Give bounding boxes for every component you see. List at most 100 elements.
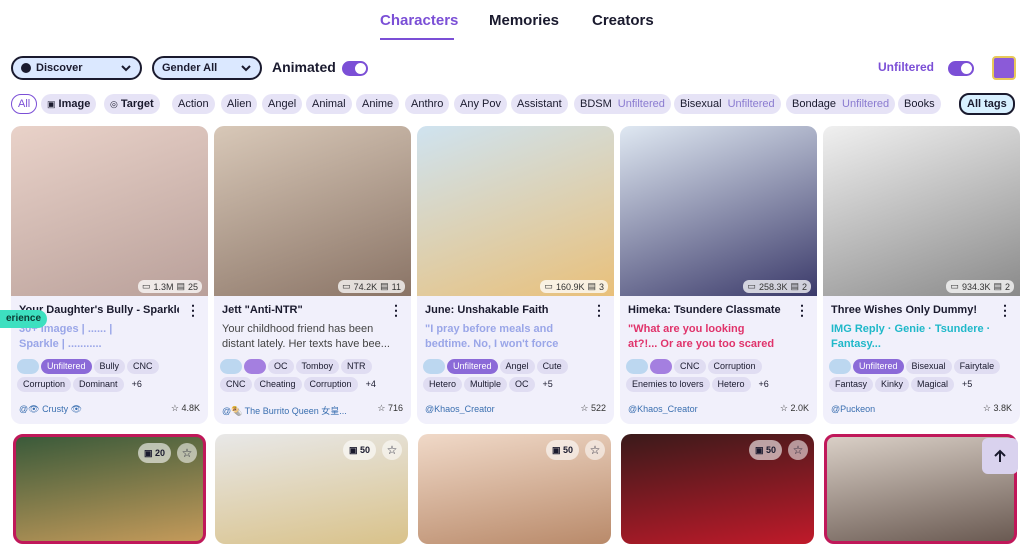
- image-count: 25: [187, 281, 198, 292]
- character-card[interactable]: ▣ 50 ☆: [215, 434, 408, 544]
- tag-chip[interactable]: Unfiltered: [447, 359, 498, 374]
- more-options-icon[interactable]: ⋮: [998, 302, 1012, 319]
- animated-label: Animated: [272, 59, 336, 75]
- animated-toggle[interactable]: [342, 61, 368, 76]
- scroll-to-top-button[interactable]: [982, 438, 1018, 474]
- more-options-icon[interactable]: ⋮: [186, 302, 200, 319]
- favorite-star-icon[interactable]: ☆: [585, 440, 605, 460]
- favorite-star-icon[interactable]: ☆: [788, 440, 808, 460]
- card-title[interactable]: Himeka: Tsundere Classmate: [628, 304, 788, 316]
- gallery-button[interactable]: [992, 56, 1016, 80]
- creator-link[interactable]: @Khaos_Creator: [425, 404, 495, 414]
- rating-value: 716: [387, 403, 403, 413]
- creator-link[interactable]: @Khaos_Creator: [628, 404, 698, 414]
- tag-chip[interactable]: Fairytale: [953, 359, 1001, 374]
- tag-target[interactable]: ◎ Target: [104, 94, 160, 114]
- tag-assistant[interactable]: Assistant: [511, 94, 568, 114]
- tag-bdsm[interactable]: BDSM Unfiltered: [574, 94, 671, 114]
- tag-bisexual[interactable]: Bisexual Unfiltered: [674, 94, 781, 114]
- character-card[interactable]: ▣ 20 ☆: [13, 434, 206, 544]
- more-options-icon[interactable]: ⋮: [592, 302, 606, 319]
- animated-icon: [650, 359, 672, 374]
- tag-chip[interactable]: Angel: [499, 359, 535, 374]
- more-options-icon[interactable]: ⋮: [389, 302, 403, 319]
- favorite-star-icon[interactable]: ☆: [177, 443, 197, 463]
- tag-chip[interactable]: CNC: [674, 359, 706, 374]
- tag-alien[interactable]: Alien: [221, 94, 258, 114]
- tag-chip[interactable]: CNC: [220, 377, 252, 392]
- character-image[interactable]: [417, 126, 614, 296]
- creator-link[interactable]: @🌯 The Burrito Queen 女皇...: [222, 404, 347, 417]
- tag-chip[interactable]: Multiple: [464, 377, 508, 392]
- tag-action[interactable]: Action: [172, 94, 215, 114]
- character-card[interactable]: ▣ 50 ☆: [621, 434, 814, 544]
- tag-all[interactable]: All: [11, 94, 38, 114]
- character-card[interactable]: ▣ 50 ☆: [418, 434, 611, 544]
- card-stats: ▭ 74.2K ▤ 11: [338, 280, 405, 293]
- tag-chip[interactable]: Enemies to lovers: [626, 377, 710, 392]
- character-card[interactable]: ▭ 160.9K ▤ 3 June: Unshakable Faith ⋮ "I…: [417, 126, 614, 424]
- tab-memories[interactable]: Memories: [489, 12, 559, 29]
- character-image[interactable]: [11, 126, 208, 296]
- description-line: at?!... Or are you too scared: [628, 338, 775, 350]
- character-card[interactable]: ▭ 258.3K ▤ 2 Himeka: Tsundere Classmate …: [620, 126, 817, 424]
- experience-tab[interactable]: erience: [0, 310, 48, 328]
- tag-chip[interactable]: +6: [753, 377, 775, 392]
- rating: ☆ 4.8K: [171, 403, 200, 414]
- character-image[interactable]: [620, 126, 817, 296]
- tag-anthro[interactable]: Anthro: [405, 94, 450, 114]
- tag-any-pov[interactable]: Any Pov: [454, 94, 507, 114]
- tag-chip[interactable]: OC: [509, 377, 535, 392]
- tag-chip[interactable]: +5: [537, 377, 559, 392]
- tab-characters[interactable]: Characters: [380, 12, 458, 29]
- tab-creators[interactable]: Creators: [592, 12, 654, 29]
- chat-icon: ▭: [544, 281, 553, 291]
- tag-chip[interactable]: Fantasy: [829, 377, 874, 392]
- tag-bondage[interactable]: Bondage Unfiltered: [786, 94, 896, 114]
- tag-chip[interactable]: Magical: [911, 377, 955, 392]
- creator-link[interactable]: @Puckeon: [831, 404, 875, 414]
- tag-chip[interactable]: OC: [268, 359, 294, 374]
- tag-chip[interactable]: Bisexual: [905, 359, 952, 374]
- tag-chip[interactable]: Cute: [536, 359, 568, 374]
- card-title[interactable]: June: Unshakable Faith: [425, 304, 585, 316]
- tag-chip[interactable]: Cheating: [253, 377, 302, 392]
- card-title[interactable]: Three Wishes Only Dummy!: [831, 304, 991, 316]
- tag-chip[interactable]: Corruption: [707, 359, 762, 374]
- tag-anime[interactable]: Anime: [356, 94, 400, 114]
- character-card[interactable]: ▭ 74.2K ▤ 11 Jett "Anti-NTR" ⋮ Your chil…: [214, 126, 411, 424]
- tag-books[interactable]: Books: [898, 94, 941, 114]
- tag-chip[interactable]: Tomboy: [295, 359, 340, 374]
- favorite-star-icon[interactable]: ☆: [382, 440, 402, 460]
- more-options-icon[interactable]: ⋮: [795, 302, 809, 319]
- tag-chip[interactable]: CNC: [127, 359, 159, 374]
- unfiltered-toggle[interactable]: [948, 61, 974, 76]
- tag-chip[interactable]: Unfiltered: [41, 359, 92, 374]
- tag-chip[interactable]: Corruption: [303, 377, 358, 392]
- character-image[interactable]: [214, 126, 411, 296]
- tag-chip[interactable]: Corruption: [17, 377, 72, 392]
- character-card[interactable]: ▭ 934.3K ▤ 2 Three Wishes Only Dummy! ⋮ …: [823, 126, 1020, 424]
- tag-chip[interactable]: Hetero: [711, 377, 751, 392]
- tag-chip[interactable]: +4: [360, 377, 382, 392]
- tag-chip[interactable]: Unfiltered: [853, 359, 904, 374]
- all-tags-button[interactable]: All tags: [959, 93, 1015, 115]
- character-card[interactable]: ▭ 1.3M ▤ 25 Your Daughter's Bully - Spar…: [11, 126, 208, 424]
- tag-image[interactable]: ▣ Image: [41, 94, 97, 114]
- discover-dropdown[interactable]: Discover: [11, 56, 142, 80]
- image-icon: ▣: [348, 445, 358, 455]
- tag-chip[interactable]: Dominant: [73, 377, 124, 392]
- tag-chip[interactable]: +6: [126, 377, 148, 392]
- card-title[interactable]: Jett "Anti-NTR": [222, 304, 382, 316]
- tag-animal[interactable]: Animal: [306, 94, 352, 114]
- tag-chip[interactable]: NTR: [341, 359, 372, 374]
- character-image[interactable]: [823, 126, 1020, 296]
- creator-link[interactable]: @👁 Crusty 👁: [19, 404, 82, 415]
- chat-icon: ▭: [342, 281, 351, 291]
- tag-chip[interactable]: Kinky: [875, 377, 910, 392]
- tag-chip[interactable]: +5: [956, 377, 978, 392]
- tag-angel[interactable]: Angel: [262, 94, 303, 114]
- tag-chip[interactable]: Bully: [93, 359, 126, 374]
- tag-chip[interactable]: Hetero: [423, 377, 463, 392]
- gender-dropdown[interactable]: Gender All: [152, 56, 262, 80]
